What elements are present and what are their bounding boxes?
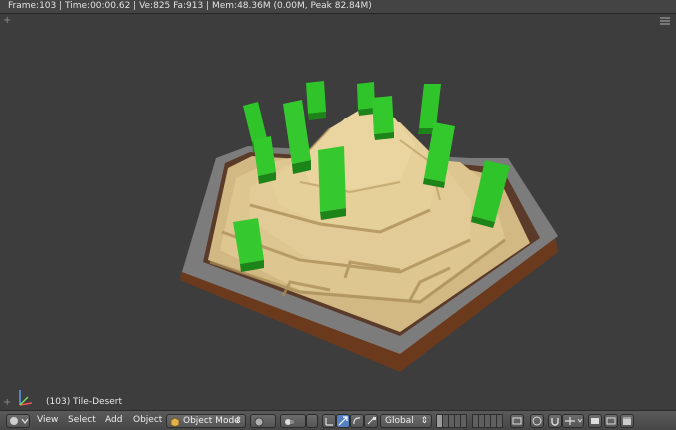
circle-icon: [532, 416, 542, 426]
layer-button[interactable]: [460, 414, 467, 428]
sand-peak: [300, 110, 415, 190]
add-menu[interactable]: Add: [105, 415, 122, 425]
opengl-render-button[interactable]: [620, 414, 634, 428]
cactus: [372, 96, 394, 140]
axis-gizmo-icon: [19, 390, 33, 406]
sphere-icon: [254, 417, 264, 427]
snap-toggle[interactable]: [548, 414, 562, 428]
dropdown-arrows-icon: ⇕: [420, 416, 428, 426]
transform-orientation-dropdown[interactable]: Global ⇕: [380, 414, 432, 428]
rotate-manipulator[interactable]: [350, 414, 364, 428]
desert-tile-model: [180, 81, 558, 372]
axis-manipulator-icon: [325, 418, 333, 426]
viewport-shading-dropdown[interactable]: [250, 414, 276, 428]
3d-view-icon: [10, 417, 29, 425]
layer-buttons-group-1[interactable]: [436, 414, 467, 428]
editor-type-button[interactable]: [6, 414, 30, 428]
layers-icon: [512, 417, 522, 425]
proportional-edit-button[interactable]: [530, 414, 544, 428]
pivot-point-dropdown[interactable]: [280, 414, 306, 428]
scale-manipulator[interactable]: [364, 414, 378, 428]
translate-manipulator[interactable]: [336, 414, 350, 428]
layer-buttons-group-2[interactable]: [472, 414, 503, 428]
cube-icon: [170, 417, 180, 427]
camera-icon: [591, 418, 599, 424]
arrow-icon: [338, 416, 348, 426]
scene-statistics-text: Frame:103 | Time:00:00.62 | Ve:825 Fa:91…: [8, 1, 372, 11]
object-menu[interactable]: Object: [133, 415, 162, 425]
manipulator-toggle[interactable]: [322, 414, 336, 428]
cactus: [318, 146, 346, 220]
3d-viewport[interactable]: + + (103) Tile-Desert: [0, 14, 676, 410]
selection-icon-button[interactable]: [306, 414, 318, 428]
pivot-icon: [285, 419, 294, 425]
viewport-header: View Select Add Object Object Mode ⇕ Glo…: [0, 410, 676, 430]
active-object-label: (103) Tile-Desert: [46, 397, 122, 407]
select-menu[interactable]: Select: [68, 415, 96, 425]
orientation-dropdown-label: Global: [385, 416, 414, 426]
magnet-icon: [551, 418, 559, 426]
lock-layers-button[interactable]: [510, 414, 524, 428]
snap-increment-icon: [565, 417, 583, 425]
scale-icon: [367, 417, 376, 425]
info-stats-bar: Frame:103 | Time:00:00.62 | Ve:825 Fa:91…: [0, 0, 676, 14]
cactus: [306, 81, 326, 120]
view-menu[interactable]: View: [37, 415, 58, 425]
render-button[interactable]: [588, 414, 602, 428]
render-animation-button[interactable]: [604, 414, 618, 428]
film-icon: [606, 417, 616, 425]
clapper-icon: [623, 417, 631, 425]
layer-button[interactable]: [496, 414, 503, 428]
rotate-icon: [353, 417, 361, 425]
snap-element-dropdown[interactable]: [562, 414, 584, 428]
mode-dropdown-label: Object Mode: [183, 416, 240, 426]
mode-dropdown[interactable]: Object Mode ⇕: [166, 414, 246, 428]
dropdown-arrows-icon: ⇕: [234, 416, 242, 426]
